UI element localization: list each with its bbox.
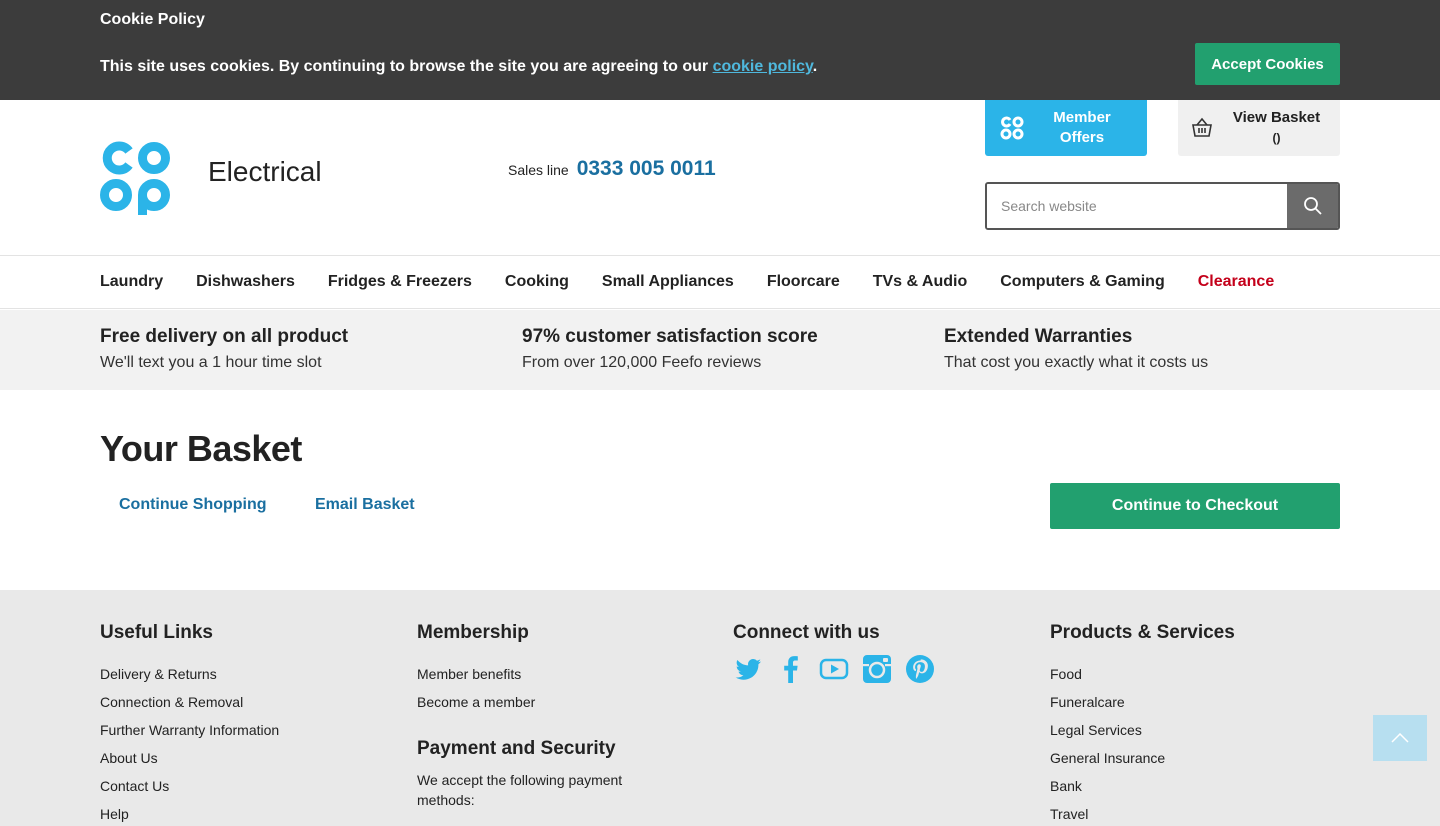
basket-count: () [1272,131,1281,145]
footer-heading: Membership [417,622,529,643]
search-input[interactable] [987,184,1287,228]
footer-useful-links: Useful Links Delivery & Returns Connecti… [100,622,279,826]
footer-link-connection-removal[interactable]: Connection & Removal [100,688,279,716]
cookie-text: This site uses cookies. By continuing to… [100,58,817,76]
footer-link-contact-us[interactable]: Contact Us [100,772,279,800]
footer-heading: Connect with us [733,622,880,643]
pinterest-icon[interactable] [905,654,935,684]
search-bar [985,182,1340,230]
usp-strip: Free delivery on all product We'll text … [0,310,1440,390]
youtube-icon[interactable] [819,654,849,684]
cookie-text-before: This site uses cookies. By continuing to… [100,58,713,75]
nav-item-clearance[interactable]: Clearance [1198,273,1275,291]
sales-line: Sales line 0333 005 0011 [508,157,716,181]
member-offers-button[interactable]: Member Offers [985,100,1147,156]
sales-line-label: Sales line [508,162,569,178]
nav-item-laundry[interactable]: Laundry [100,273,163,291]
member-offers-label: Member Offers [1025,108,1147,148]
footer-payment-text: We accept the following payment methods: [417,772,623,808]
footer-link-help[interactable]: Help [100,800,279,826]
usp-title: Free delivery on all product [100,326,349,347]
accept-cookies-button[interactable]: Accept Cookies [1195,43,1340,85]
cookie-banner: Cookie Policy This site uses cookies. By… [0,0,1440,100]
site-header: Electrical Sales line 0333 005 0011 Memb… [0,100,1440,256]
usp-subtitle: We'll text you a 1 hour time slot [100,354,322,371]
footer-link-general-insurance[interactable]: General Insurance [1050,744,1235,772]
footer-link-funeralcare[interactable]: Funeralcare [1050,688,1235,716]
brand-name: Electrical [208,156,322,187]
continue-shopping-link[interactable]: Continue Shopping [119,496,267,514]
usp-subtitle: That cost you exactly what it costs us [944,354,1209,371]
usp-title: 97% customer satisfaction score [522,326,818,347]
footer-heading: Products & Services [1050,622,1235,643]
continue-to-checkout-button[interactable]: Continue to Checkout [1050,483,1340,529]
footer-heading: Useful Links [100,622,213,643]
email-basket-link[interactable]: Email Basket [315,496,415,514]
social-links [733,654,935,684]
footer-membership: Membership Member benefits Become a memb… [417,622,657,810]
footer-link-become-member[interactable]: Become a member [417,688,657,716]
nav-item-computers-gaming[interactable]: Computers & Gaming [1000,273,1164,291]
footer-payment-security: Payment and Security We accept the follo… [417,738,657,810]
back-to-top-button[interactable] [1373,715,1427,761]
nav-item-tvs-audio[interactable]: TVs & Audio [873,273,968,291]
cookie-title: Cookie Policy [100,11,205,28]
usp-delivery: Free delivery on all product We'll text … [100,326,348,372]
site-footer: Useful Links Delivery & Returns Connecti… [0,590,1440,826]
page-title: Your Basket [100,428,302,469]
coop-mini-logo-icon [1000,116,1024,140]
search-icon [1303,197,1322,215]
view-basket-button[interactable]: View Basket () [1178,100,1340,156]
cookie-policy-link[interactable]: cookie policy [713,58,813,75]
cookie-text-after: . [812,58,818,75]
usp-warranties: Extended Warranties That cost you exactl… [944,326,1208,372]
usp-title: Extended Warranties [944,326,1133,347]
facebook-icon[interactable] [776,654,806,684]
view-basket-text: View Basket [1232,109,1321,126]
instagram-icon[interactable] [862,654,892,684]
member-offers-label-line2: Offers [1059,129,1105,146]
nav-item-fridges-freezers[interactable]: Fridges & Freezers [328,273,472,291]
nav-item-floorcare[interactable]: Floorcare [767,273,840,291]
usp-subtitle: From over 120,000 Feefo reviews [522,354,762,371]
footer-link-warranty-info[interactable]: Further Warranty Information [100,716,279,744]
footer-link-member-benefits[interactable]: Member benefits [417,660,657,688]
usp-satisfaction: 97% customer satisfaction score From ove… [522,326,818,372]
nav-item-small-appliances[interactable]: Small Appliances [602,273,734,291]
nav-item-cooking[interactable]: Cooking [505,273,569,291]
twitter-icon[interactable] [733,654,763,684]
footer-link-legal-services[interactable]: Legal Services [1050,716,1235,744]
member-offers-label-line1: Member [1053,109,1111,126]
footer-link-about-us[interactable]: About Us [100,744,279,772]
sales-phone-number[interactable]: 0333 005 0011 [577,157,716,181]
view-basket-label: View Basket () [1213,108,1340,148]
nav-item-dishwashers[interactable]: Dishwashers [196,273,295,291]
footer-connect: Connect with us [733,622,935,684]
footer-link-food[interactable]: Food [1050,660,1235,688]
basket-icon [1192,117,1212,137]
footer-link-travel[interactable]: Travel [1050,800,1235,826]
footer-products-services: Products & Services Food Funeralcare Leg… [1050,622,1235,826]
main-navigation: Laundry Dishwashers Fridges & Freezers C… [0,257,1440,309]
search-button[interactable] [1287,184,1338,228]
footer-link-bank[interactable]: Bank [1050,772,1235,800]
footer-link-delivery-returns[interactable]: Delivery & Returns [100,660,279,688]
chevron-up-icon [1391,733,1409,743]
coop-logo[interactable] [98,138,172,216]
footer-heading: Payment and Security [417,738,616,759]
